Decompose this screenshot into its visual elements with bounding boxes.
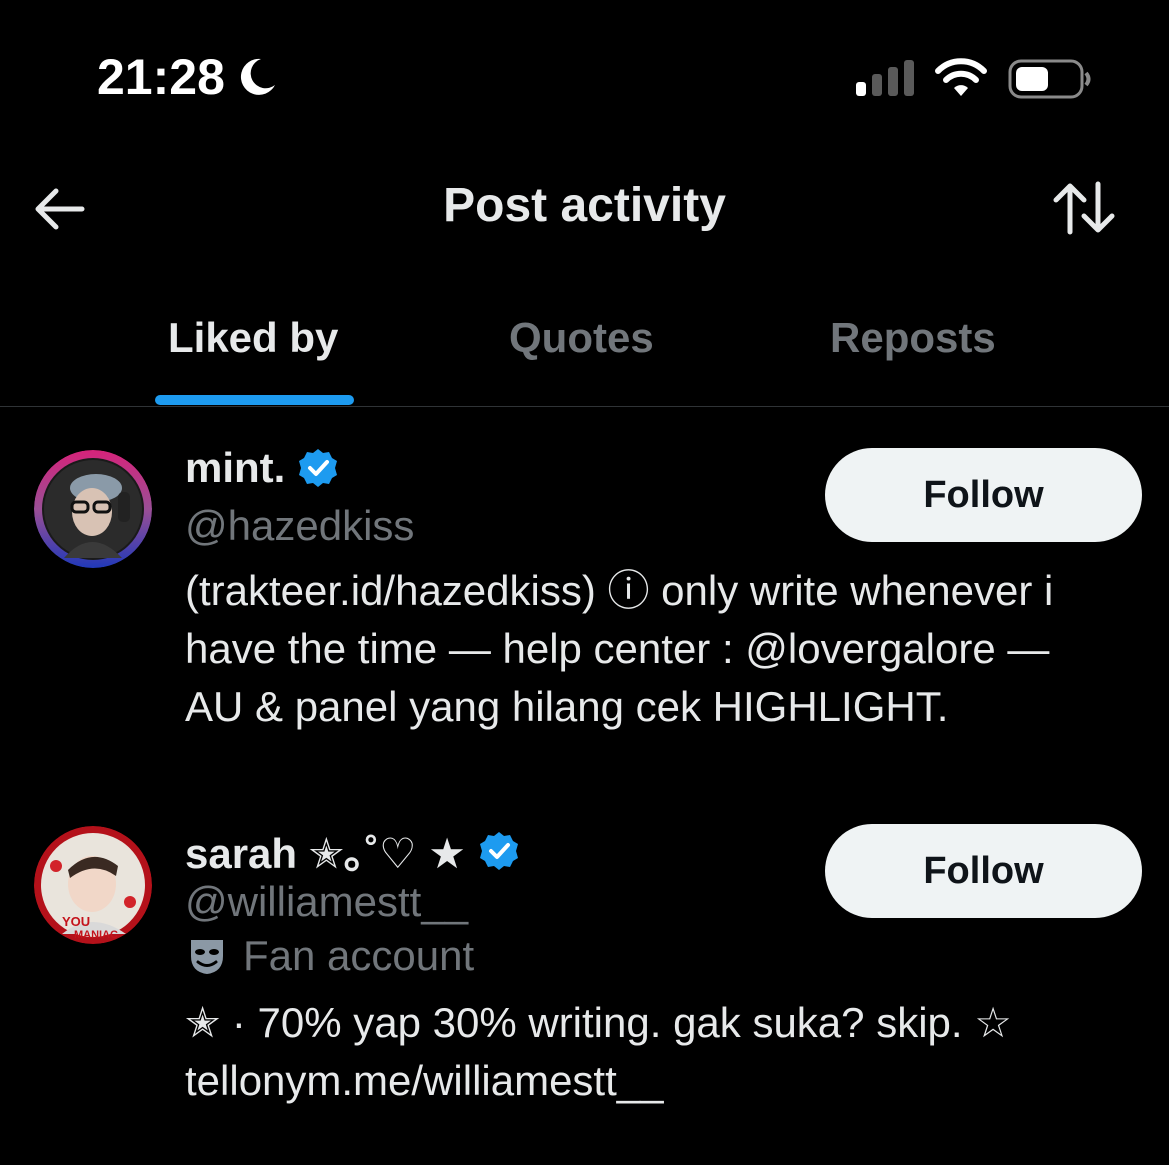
moon-icon (240, 58, 275, 95)
verified-icon (299, 449, 338, 487)
active-tab-indicator (155, 395, 354, 405)
wifi-icon (935, 58, 987, 96)
display-name[interactable]: sarah ✭｡˚♡ ★ (185, 820, 520, 881)
svg-text:YOU: YOU (62, 914, 90, 929)
clock-text: 21:28 (97, 49, 225, 105)
tab-quotes[interactable]: Quotes (509, 314, 654, 362)
avatar[interactable]: YOU MANIAC (34, 826, 152, 944)
svg-text:MANIAC: MANIAC (74, 929, 118, 941)
follow-button[interactable]: Follow (825, 824, 1142, 918)
user-handle: @hazedkiss (185, 502, 415, 549)
follow-button[interactable]: Follow (825, 448, 1142, 542)
mask-icon (191, 940, 223, 974)
bio-line: (trakteer.id/hazedkiss) ⓘ only write whe… (185, 567, 1054, 614)
bio-line: have the time — help center : @lovergalo… (185, 625, 1050, 672)
signal-icon (856, 60, 914, 96)
avatar[interactable] (34, 450, 152, 568)
bio-line: ✭ · 70% yap 30% writing. gak suka? skip.… (185, 999, 1012, 1046)
display-name-text: mint. (185, 444, 286, 491)
user-list-item[interactable]: mint. @hazedkiss Follow (trakteer.id/haz… (0, 440, 1169, 760)
tab-bar: Liked by Quotes Reposts (0, 300, 1169, 407)
verified-icon (479, 831, 518, 870)
display-name-text: sarah ✭｡˚♡ ★ (185, 830, 466, 877)
post-activity-screen: 21:28 Post activity Liked by Quotes Repo… (0, 0, 1169, 1165)
sort-icon[interactable] (1052, 180, 1118, 236)
category-text: Fan account (243, 932, 475, 979)
bio-line: AU & panel yang hilang cek HIGHLIGHT. (185, 683, 949, 730)
bio-line: tellonym.me/williamestt__ (185, 1057, 664, 1104)
user-bio: ✭ · 70% yap 30% writing. gak suka? skip.… (185, 994, 1145, 1110)
user-list-item[interactable]: YOU MANIAC sarah ✭｡˚♡ ★ @williamestt__ F… (0, 816, 1169, 1146)
tab-reposts[interactable]: Reposts (830, 314, 996, 362)
status-bar-time: 21:28 (97, 48, 279, 106)
user-bio: (trakteer.id/hazedkiss) ⓘ only write whe… (185, 562, 1145, 736)
user-handle: @williamestt__ (185, 878, 469, 925)
page-title: Post activity (443, 179, 726, 232)
battery-icon (1008, 59, 1091, 99)
professional-category: Fan account (185, 932, 474, 980)
display-name[interactable]: mint. (185, 444, 339, 492)
tab-liked-by[interactable]: Liked by (168, 314, 338, 362)
